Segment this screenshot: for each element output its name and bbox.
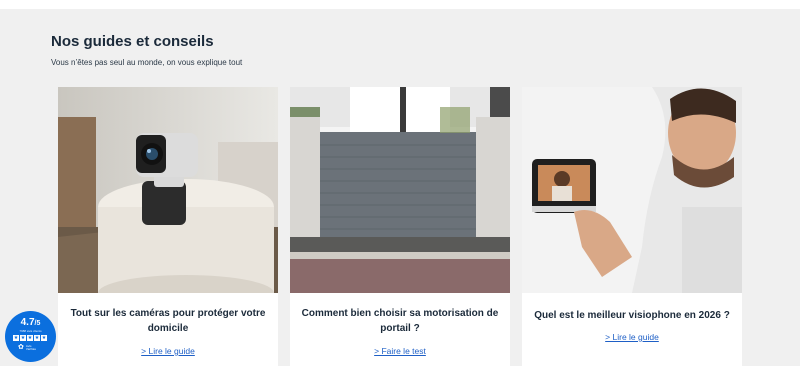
guide-card-intercom[interactable]: Quel est le meilleur visiophone en 2026 … (522, 87, 742, 366)
card-title: Tout sur les caméras pour protéger votre… (70, 308, 266, 334)
top-bar (0, 0, 800, 9)
card-title: Quel est le meilleur visiophone en 2026 … (534, 310, 730, 321)
section-subtitle: Vous n’êtes pas seul au monde, on vous e… (51, 58, 243, 67)
motorized-gate-photo[interactable] (290, 87, 510, 293)
star-icon: ★ (41, 335, 47, 341)
read-guide-link[interactable]: > Lire le guide (522, 332, 742, 342)
brand-text: Avis Vérifiés (25, 344, 36, 351)
card-title: Comment bien choisir sa motorisation de … (301, 308, 499, 334)
video-intercom-photo[interactable] (522, 87, 742, 293)
star-icon: ★ (13, 335, 19, 341)
read-guide-link[interactable]: > Lire le guide (58, 346, 278, 356)
verified-reviews-badge[interactable]: 4.7/5 7988 avis clients ★ ★ ★ ★ ★ ✿ Avis… (5, 311, 56, 362)
rating-score: 4.7/5 (5, 317, 56, 328)
rating-scale: /5 (34, 320, 41, 327)
rating-stars: ★ ★ ★ ★ ★ (13, 335, 47, 341)
section-title: Nos guides et conseils (51, 33, 214, 50)
brand-logo: ✿ Avis Vérifiés (18, 344, 36, 351)
guide-card-gate[interactable]: Comment bien choisir sa motorisation de … (290, 87, 510, 366)
verified-gear-icon: ✿ (18, 344, 24, 351)
reviews-count: 7988 avis clients (19, 329, 42, 333)
brand-line-2: Vérifiés (25, 346, 36, 351)
star-icon: ★ (20, 335, 26, 341)
take-test-link[interactable]: > Faire le test (290, 346, 510, 356)
security-camera-photo[interactable] (58, 87, 278, 293)
rating-value: 4.7 (20, 317, 35, 328)
star-icon: ★ (27, 335, 33, 341)
guide-card-cameras[interactable]: Tout sur les caméras pour protéger votre… (58, 87, 278, 366)
guides-section: Nos guides et conseils Vous n’êtes pas s… (0, 9, 800, 366)
star-icon: ★ (34, 335, 40, 341)
